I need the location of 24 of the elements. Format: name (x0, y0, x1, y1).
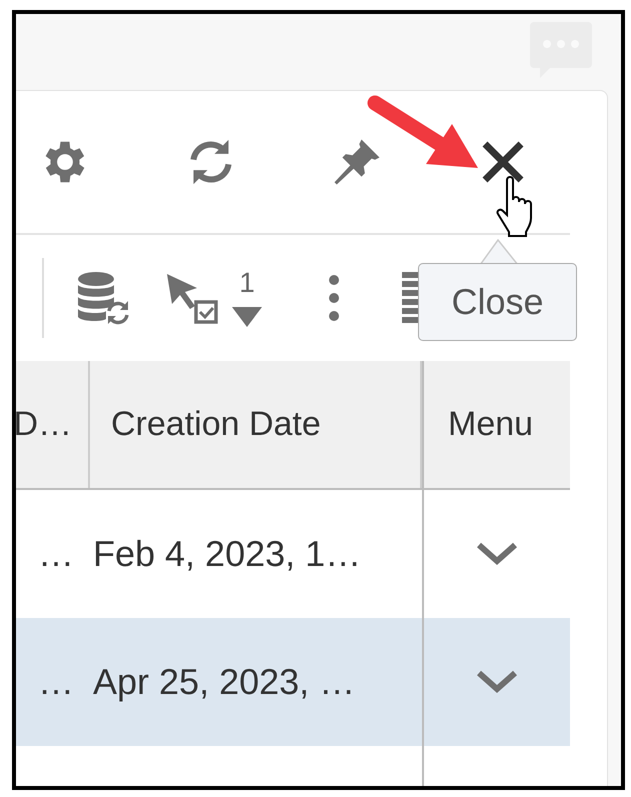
column-header[interactable]: D… (16, 405, 72, 444)
column-header[interactable]: Menu (448, 405, 534, 444)
database-sync-icon (76, 271, 130, 325)
row-menu-button[interactable] (476, 542, 518, 566)
chevron-down-icon (476, 542, 518, 566)
column-header[interactable]: Creation Date (111, 405, 321, 444)
table-row[interactable]: … Apr 25, 2023, … (16, 618, 570, 746)
table-cell: … (38, 661, 74, 703)
tooltip-pointer (480, 239, 520, 265)
select-rows-button[interactable] (164, 271, 218, 325)
close-tooltip: Close (418, 239, 577, 341)
hand-cursor-icon (495, 176, 535, 238)
table-cell: Feb 4, 2023, 1… (93, 533, 362, 575)
close-icon (480, 139, 526, 185)
cursor-checkbox-icon (164, 271, 218, 325)
chevron-down-icon (476, 670, 518, 694)
row-menu-button[interactable] (476, 670, 518, 694)
table-cell: … (38, 533, 74, 575)
selection-count-dropdown[interactable]: 1 (232, 269, 262, 327)
dropdown-triangle-icon (232, 307, 262, 327)
kebab-menu-icon (328, 274, 340, 322)
database-refresh-button[interactable] (76, 271, 130, 325)
table-cell: Apr 25, 2023, … (93, 661, 356, 703)
more-options-button[interactable] (328, 274, 340, 322)
